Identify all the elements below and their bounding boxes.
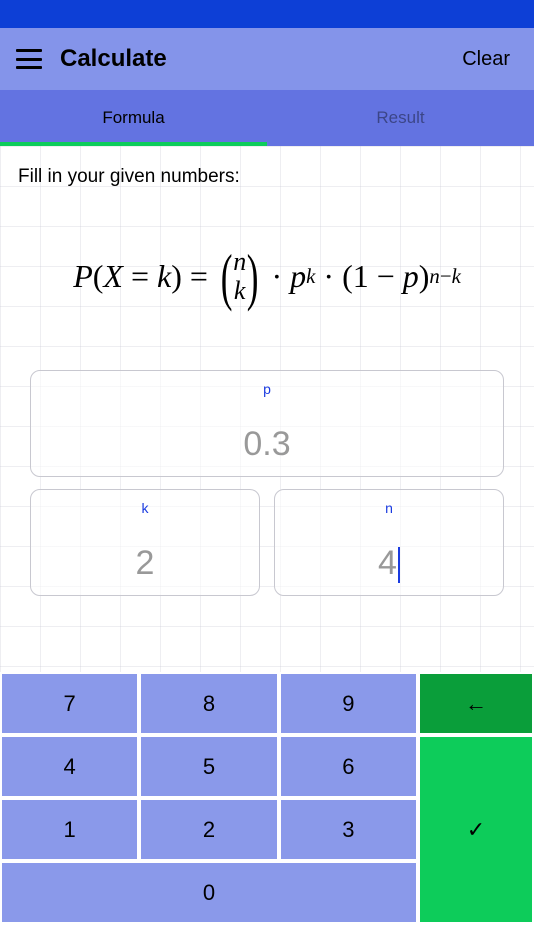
input-p[interactable]: p 0.3 (30, 370, 504, 477)
key-4[interactable]: 4 (2, 737, 137, 796)
backspace-icon: ← (465, 691, 487, 717)
check-icon: ✓ (467, 817, 485, 843)
input-p-label: p (43, 381, 491, 397)
instruction-text: Fill in your given numbers: (18, 166, 516, 188)
keypad: 7 8 9 ← 4 5 6 ✓ 1 2 3 0 (0, 672, 534, 924)
key-0[interactable]: 0 (2, 863, 416, 922)
input-n[interactable]: n 4 (274, 489, 504, 596)
content-area: Fill in your given numbers: P(X = k) = (… (0, 146, 534, 674)
input-k-value: 2 (43, 544, 247, 583)
tab-indicator (0, 142, 267, 146)
page-title: Calculate (60, 45, 454, 73)
key-6[interactable]: 6 (281, 737, 416, 796)
input-k[interactable]: k 2 (30, 489, 260, 596)
key-8[interactable]: 8 (141, 674, 276, 733)
key-5[interactable]: 5 (141, 737, 276, 796)
formula-display: P(X = k) = (nk) · pk · (1 − p)n−k (18, 248, 516, 305)
input-group: p 0.3 k 2 n 4 (18, 370, 516, 596)
input-k-label: k (43, 500, 247, 516)
input-n-label: n (287, 500, 491, 516)
menu-icon[interactable] (16, 49, 42, 69)
tab-formula[interactable]: Formula (0, 90, 267, 146)
key-2[interactable]: 2 (141, 800, 276, 859)
key-1[interactable]: 1 (2, 800, 137, 859)
input-p-value: 0.3 (43, 425, 491, 464)
key-7[interactable]: 7 (2, 674, 137, 733)
app-header: Calculate Clear (0, 28, 534, 90)
status-bar (0, 0, 534, 28)
key-9[interactable]: 9 (281, 674, 416, 733)
key-3[interactable]: 3 (281, 800, 416, 859)
clear-button[interactable]: Clear (454, 44, 518, 75)
key-backspace[interactable]: ← (420, 674, 532, 733)
tab-result[interactable]: Result (267, 90, 534, 146)
bottom-bar (0, 924, 534, 950)
input-n-value: 4 (287, 544, 491, 583)
tab-bar: Formula Result (0, 90, 534, 146)
key-enter[interactable]: ✓ (420, 737, 532, 922)
